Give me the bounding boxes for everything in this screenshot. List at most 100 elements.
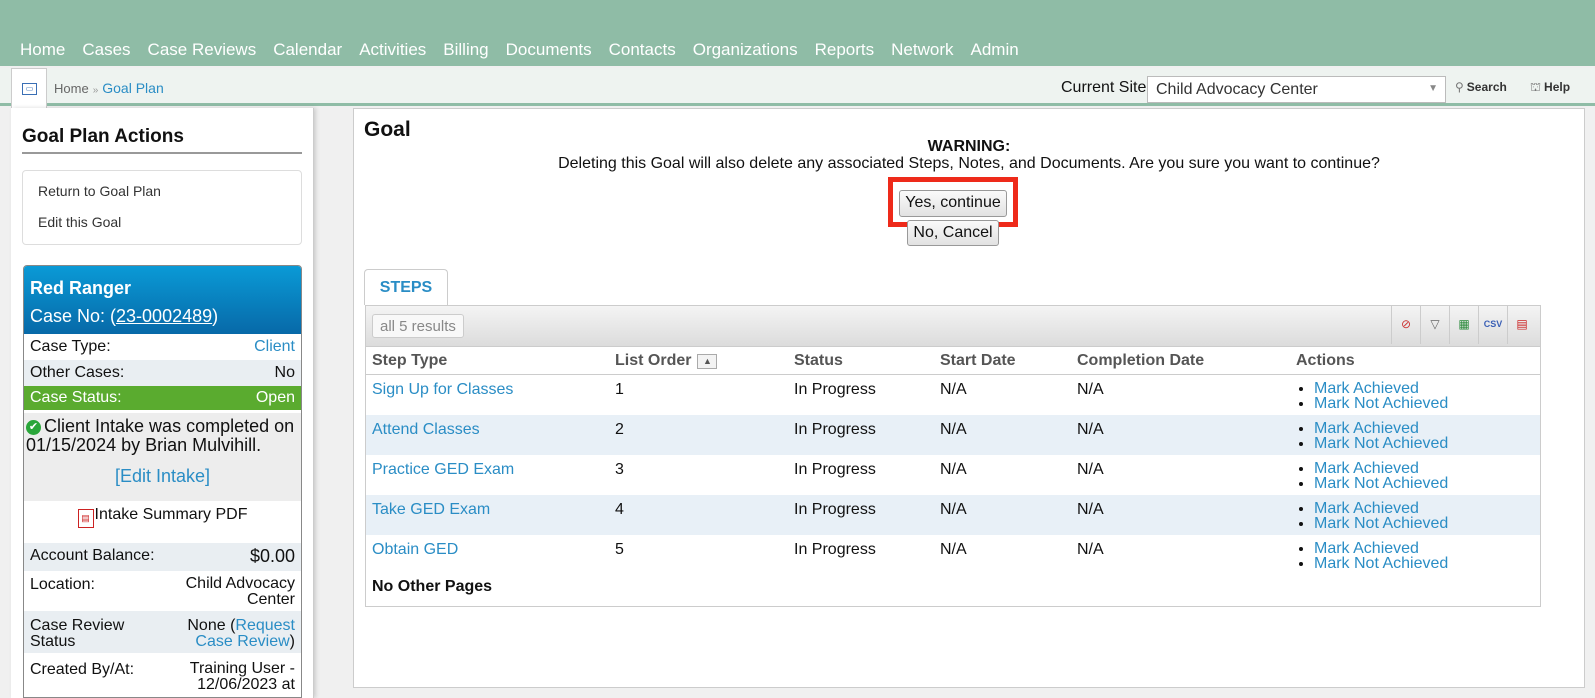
step-link[interactable]: Sign Up for Classes [372, 381, 513, 398]
breadcrumb: Home» Goal Plan [54, 80, 164, 96]
case-review-close: ) [289, 633, 295, 650]
intake-box: ✔ Client Intake was completed on 01/15/20… [24, 413, 301, 501]
case-type-value[interactable]: Client [254, 338, 295, 356]
request-case-review-link-2[interactable]: Case Review [195, 633, 289, 650]
pagination-status: No Other Pages [372, 578, 493, 595]
case-menu-toggle[interactable]: ▭ [11, 68, 47, 108]
search-link[interactable]: ⚲ Search [1455, 80, 1507, 94]
table-row: Attend Classes 2 In Progress N/A N/A Mar… [366, 414, 1540, 455]
nav-activities[interactable]: Activities [359, 40, 426, 60]
col-status[interactable]: Status [788, 346, 934, 375]
start-date-cell: N/A [934, 534, 1071, 575]
export-excel-icon[interactable]: ▦ [1449, 306, 1478, 344]
breadcrumb-current[interactable]: Goal Plan [102, 80, 163, 96]
mark-not-achieved-link[interactable]: Mark Not Achieved [1314, 395, 1448, 412]
check-circle-icon: ✔ [26, 420, 41, 435]
help-link[interactable]: ⛫ Help [1530, 80, 1570, 96]
table-header-row: Step Type List Order ▲ Status Start Date … [366, 346, 1540, 375]
status-cell: In Progress [788, 374, 934, 415]
edit-intake-link[interactable]: [Edit Intake] [24, 466, 301, 487]
case-review-row: Case Review Status None (Request Case Revi… [24, 611, 301, 653]
results-count: all 5 results [372, 314, 464, 338]
nav-calendar[interactable]: Calendar [273, 40, 342, 60]
case-review-label-line1: Case Review [30, 617, 125, 634]
nav-reports[interactable]: Reports [815, 40, 875, 60]
filter-icon[interactable]: ▽ [1420, 306, 1449, 344]
col-list-order[interactable]: List Order ▲ [609, 346, 788, 375]
col-actions: Actions [1290, 346, 1540, 375]
col-completion-date[interactable]: Completion Date [1071, 346, 1290, 375]
completion-date-cell: N/A [1071, 454, 1290, 495]
case-card: Red Ranger Case No: (23-0002489) Case Ty… [23, 265, 302, 698]
nav-cases[interactable]: Cases [82, 40, 130, 60]
steps-grid: all 5 results ⊘ ▽ ▦ CSV ▤ Step Type List… [365, 305, 1541, 607]
goal-plan-actions-title: Goal Plan Actions [22, 126, 184, 147]
sort-asc-icon[interactable]: ▲ [697, 353, 718, 369]
return-to-goal-plan-link[interactable]: Return to Goal Plan [38, 183, 161, 199]
steps-table: Step Type List Order ▲ Status Start Date … [366, 346, 1540, 575]
current-site-label: Current Site [1061, 79, 1147, 96]
table-row: Obtain GED 5 In Progress N/A N/A Mark Ac… [366, 534, 1540, 575]
list-order-cell: 5 [609, 534, 788, 575]
divider [22, 152, 302, 154]
nav-billing[interactable]: Billing [443, 40, 488, 60]
mark-not-achieved-link[interactable]: Mark Not Achieved [1314, 435, 1448, 452]
case-number-link[interactable]: 23-0002489 [116, 306, 212, 326]
step-link[interactable]: Take GED Exam [372, 501, 490, 518]
csv-icon[interactable]: CSV [1478, 306, 1507, 344]
pdf-icon[interactable]: ▤ [1507, 306, 1536, 344]
location-value-line2: Center [246, 591, 295, 608]
step-link[interactable]: Attend Classes [372, 421, 480, 438]
intake-summary-pdf-link[interactable]: ▤ Intake Summary PDF [24, 506, 301, 528]
case-number-line: Case No: (23-0002489) [30, 306, 218, 327]
case-menu-icon: ▭ [22, 83, 37, 95]
mark-not-achieved-link[interactable]: Mark Not Achieved [1314, 475, 1448, 492]
actions-list: Mark AchievedMark Not Achieved [1296, 381, 1540, 412]
intake-status-text: Client Intake was completed on 01/15/202… [26, 416, 295, 455]
case-type-row: Case Type: Client [24, 334, 301, 360]
no-cancel-button[interactable]: No, Cancel [907, 220, 999, 246]
actions-list: Mark AchievedMark Not Achieved [1296, 540, 1540, 572]
actions-list: Mark AchievedMark Not Achieved [1296, 420, 1540, 452]
step-link[interactable]: Obtain GED [372, 541, 458, 558]
nav-documents[interactable]: Documents [506, 40, 592, 60]
nav-organizations[interactable]: Organizations [693, 40, 798, 60]
edit-this-goal-link[interactable]: Edit this Goal [38, 214, 121, 230]
intake-summary-pdf-label: Intake Summary PDF [94, 506, 248, 523]
account-balance-value: $0.00 [249, 546, 295, 566]
mark-not-achieved-link[interactable]: Mark Not Achieved [1314, 515, 1448, 532]
col-start-date[interactable]: Start Date [934, 346, 1071, 375]
location-label: Location: [30, 576, 95, 593]
mark-not-achieved-link[interactable]: Mark Not Achieved [1314, 555, 1448, 572]
other-cases-label: Other Cases: [30, 364, 125, 381]
chevron-down-icon: ▼ [1428, 83, 1438, 94]
nav-contacts[interactable]: Contacts [609, 40, 676, 60]
breadcrumb-separator-icon: » [92, 85, 99, 96]
col-step-type[interactable]: Step Type [366, 346, 609, 375]
yes-continue-button[interactable]: Yes, continue [899, 190, 1007, 217]
actions-list: Mark AchievedMark Not Achieved [1296, 500, 1540, 532]
breadcrumb-home[interactable]: Home [54, 81, 89, 96]
tab-steps[interactable]: STEPS [364, 269, 448, 305]
table-row: Sign Up for Classes 1 In Progress N/A N/… [366, 374, 1540, 415]
step-link[interactable]: Practice GED Exam [372, 461, 514, 478]
main-nav: Home Cases Case Reviews Calendar Activit… [12, 40, 1028, 60]
completion-date-cell: N/A [1071, 374, 1290, 415]
case-review-label-line2: Status [30, 633, 76, 650]
account-balance-row: Account Balance: $0.00 [24, 543, 301, 571]
status-cell: In Progress [788, 534, 934, 575]
grid-toolbar: all 5 results ⊘ ▽ ▦ CSV ▤ [366, 306, 1540, 346]
case-number-prefix: Case No: ( [30, 306, 117, 326]
nav-home[interactable]: Home [20, 40, 65, 60]
created-row: Created By/At: Training User -12/06/2023… [24, 653, 301, 697]
current-site-select[interactable]: Child Advocacy Center ▼ [1147, 76, 1446, 103]
nav-network[interactable]: Network [891, 40, 953, 60]
request-case-review-link[interactable]: Request [235, 617, 295, 634]
clear-filter-icon[interactable]: ⊘ [1391, 306, 1420, 344]
warning-title: WARNING: [927, 138, 1011, 155]
nav-admin[interactable]: Admin [971, 40, 1019, 60]
start-date-cell: N/A [934, 454, 1071, 495]
status-cell: In Progress [788, 454, 934, 495]
case-review-none: None ( [187, 617, 236, 634]
nav-case-reviews[interactable]: Case Reviews [148, 40, 257, 60]
